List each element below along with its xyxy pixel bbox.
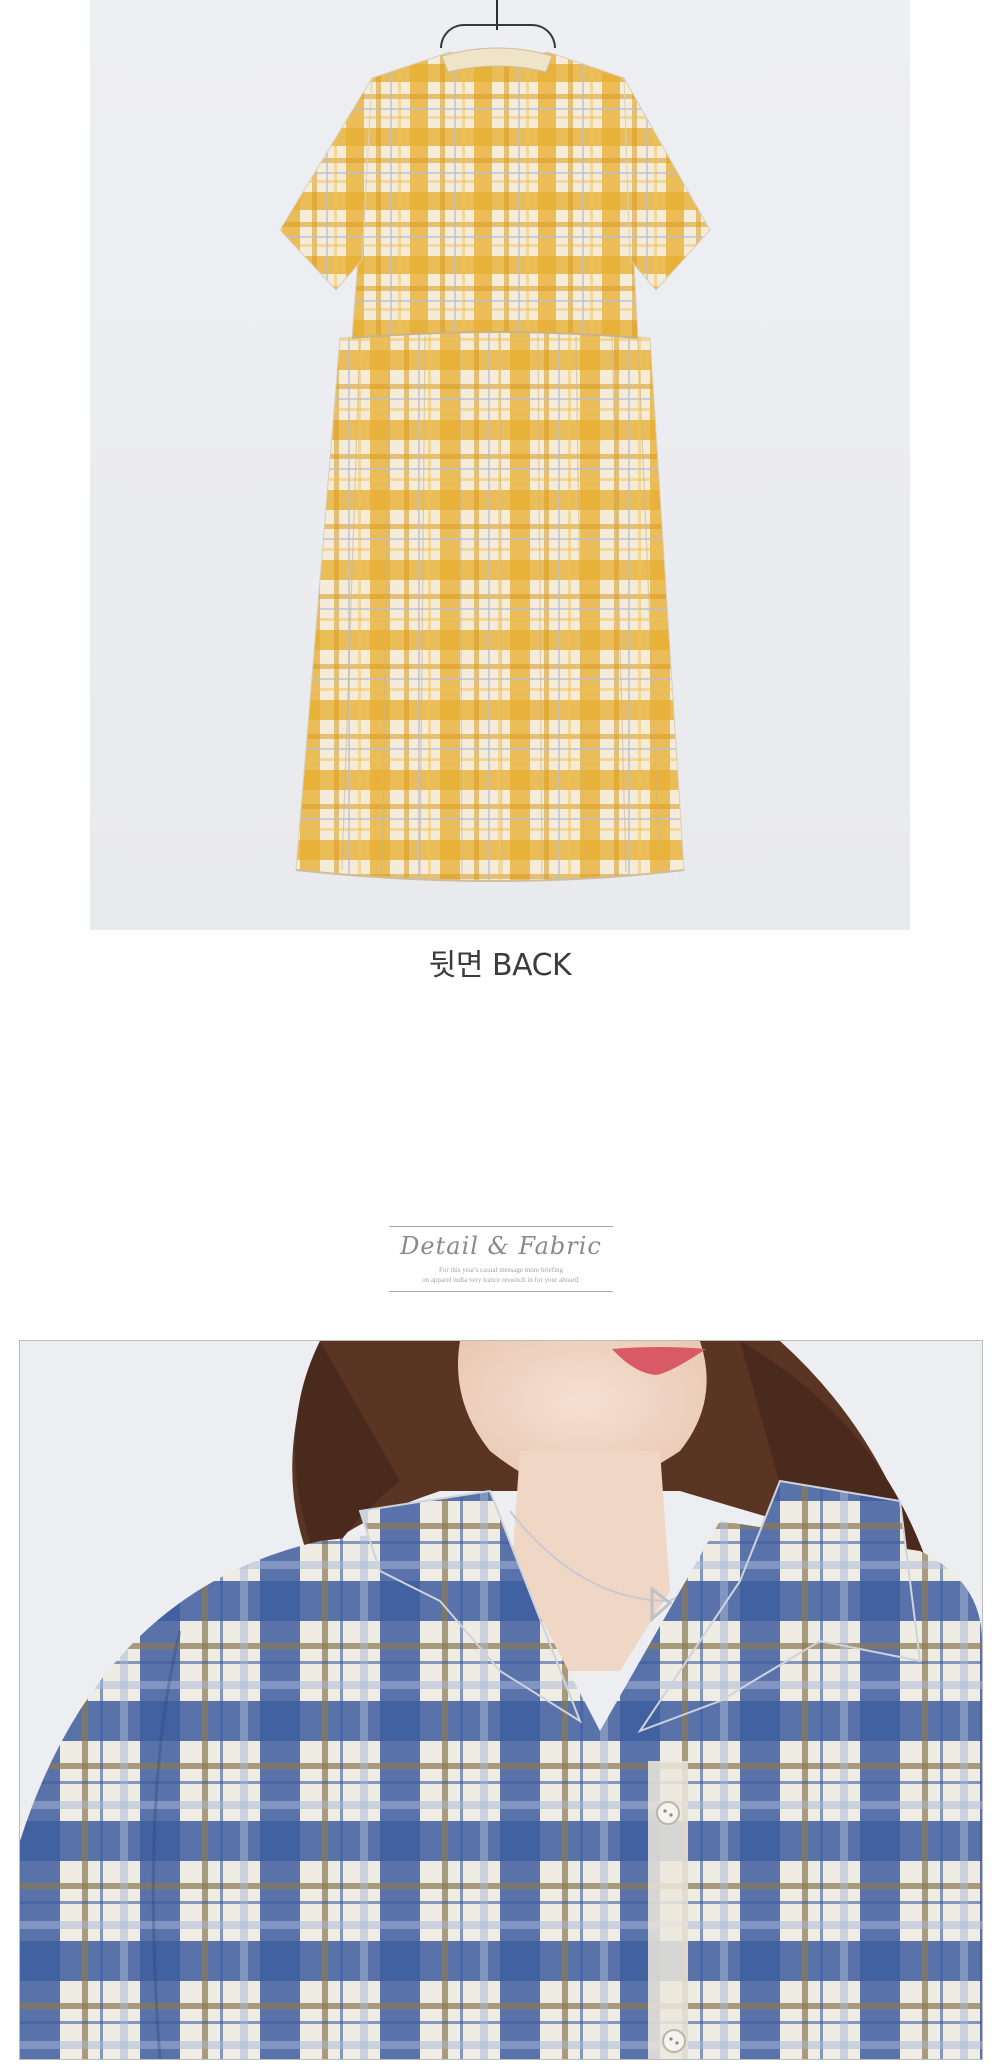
header-rule-bottom [389,1291,613,1292]
blue-plaid-shirt-detail [20,1341,982,2059]
detail-fabric-header: Detail & Fabric For this year's casual m… [389,1226,613,1292]
detail-fabric-subtitle-line2: on apparel india very trance reswitch in… [422,1276,580,1284]
detail-fabric-subtitle-line1: For this year's casual message more brie… [438,1266,564,1274]
product-photo-detail [19,1340,983,2060]
detail-fabric-title: Detail & Fabric [400,1232,602,1260]
back-view-caption: 뒷면 BACK [428,948,572,983]
yellow-plaid-dress-back [279,47,711,882]
header-rule-top [389,1226,613,1227]
product-photo-back [90,0,910,930]
